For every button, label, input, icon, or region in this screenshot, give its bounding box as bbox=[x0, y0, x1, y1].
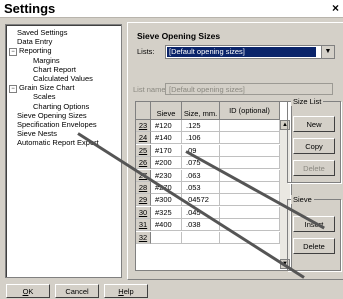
tree-item-label: Chart Report bbox=[33, 64, 76, 74]
collapse-icon[interactable]: − bbox=[9, 48, 17, 57]
table-cell-id[interactable] bbox=[220, 144, 280, 157]
table-cell-sieve[interactable]: #325 bbox=[151, 206, 182, 219]
lists-label: Lists: bbox=[137, 47, 155, 56]
chevron-down-icon[interactable]: ▼ bbox=[321, 46, 334, 58]
row-number[interactable]: 26 bbox=[136, 157, 151, 170]
list-name-label: List name: bbox=[133, 85, 168, 94]
list-name-field[interactable]: [Default opening sizes] bbox=[165, 83, 333, 95]
table-row[interactable]: 27#230.063 bbox=[136, 169, 291, 182]
row-number[interactable]: 24 bbox=[136, 132, 151, 145]
ok-button[interactable]: OK bbox=[6, 284, 50, 298]
table-cell-sieve[interactable] bbox=[151, 231, 182, 244]
table-cell-size[interactable]: .063 bbox=[182, 169, 220, 182]
tree-item-label: Data Entry bbox=[17, 37, 53, 47]
table-cell-sieve[interactable]: #120 bbox=[151, 120, 182, 132]
table-cell-id[interactable] bbox=[220, 132, 280, 145]
tree-item-label: Margins bbox=[33, 55, 60, 65]
table-cell-id[interactable] bbox=[220, 120, 280, 132]
row-number[interactable]: 29 bbox=[136, 194, 151, 207]
tree-item[interactable]: Sieve Nests bbox=[17, 129, 57, 138]
table-row[interactable]: 24 #140.106 bbox=[136, 132, 291, 145]
table-cell-id[interactable] bbox=[220, 206, 280, 219]
tree-item-label: Saved Settings bbox=[17, 28, 68, 37]
tree-item-label: Calculated Values bbox=[33, 74, 93, 83]
table-cell-sieve[interactable]: #140 bbox=[151, 132, 182, 145]
size-list-group: Size List New Copy Delete bbox=[287, 97, 341, 183]
tree-item[interactable]: Sieve Opening Sizes bbox=[17, 111, 87, 120]
table-row[interactable]: 23 #120.125 bbox=[136, 120, 291, 132]
table-row[interactable]: 30 #325.045 bbox=[136, 206, 291, 219]
grid-header-size: Size, mm. bbox=[182, 102, 220, 120]
table-row[interactable]: 32 bbox=[136, 231, 291, 244]
tree-item[interactable]: Saved Settings bbox=[17, 28, 67, 37]
tree-item-label: Reporting bbox=[19, 46, 52, 56]
delete-sieve-button[interactable]: Delete bbox=[293, 238, 335, 254]
tree-item-label: Specification Envelopes bbox=[17, 120, 97, 129]
panel-title: Sieve Opening Sizes bbox=[137, 31, 221, 41]
table-cell-size[interactable]: .106 bbox=[182, 132, 220, 145]
new-list-button[interactable]: New bbox=[293, 116, 335, 132]
lists-dropdown[interactable]: [Default opening sizes] ▼ bbox=[165, 45, 335, 59]
tree-item[interactable]: Calculated Values bbox=[33, 74, 93, 83]
row-number[interactable]: 32 bbox=[136, 231, 151, 244]
row-number[interactable]: 30 bbox=[136, 206, 151, 219]
sieve-opening-sizes-panel: Sieve Opening Sizes Lists: [Default open… bbox=[127, 22, 343, 280]
table-cell-size[interactable] bbox=[182, 231, 220, 244]
tree-item-label: Grain Size Chart bbox=[19, 83, 75, 93]
title-bar: Settings × bbox=[0, 0, 343, 18]
row-number[interactable]: 28 bbox=[136, 182, 151, 194]
table-cell-size[interactable]: .053 bbox=[182, 182, 220, 194]
sieve-group-label: Sieve bbox=[291, 195, 314, 204]
tree-item[interactable]: Charting Options bbox=[33, 102, 89, 111]
row-number[interactable]: 31 bbox=[136, 219, 151, 232]
collapse-icon[interactable]: − bbox=[9, 85, 17, 94]
tree-item[interactable]: Scales bbox=[33, 92, 56, 101]
table-cell-size[interactable]: .125 bbox=[182, 120, 220, 132]
grid-header-id: ID (optional) bbox=[220, 102, 280, 120]
window-title: Settings bbox=[4, 1, 56, 16]
delete-list-button[interactable]: Delete bbox=[293, 160, 335, 176]
tree-item-label: Sieve Nests bbox=[17, 129, 58, 139]
tree-item-label: Sieve Opening Sizes bbox=[17, 110, 87, 120]
table-cell-sieve[interactable]: #230 bbox=[151, 169, 182, 182]
cancel-button[interactable]: Cancel bbox=[55, 284, 99, 298]
tree-item[interactable]: Data Entry bbox=[17, 37, 52, 46]
row-number[interactable]: 25 bbox=[136, 144, 151, 157]
grid-header-sieve: Sieve bbox=[151, 102, 182, 120]
table-cell-sieve[interactable]: #400 bbox=[151, 219, 182, 232]
copy-list-button[interactable]: Copy bbox=[293, 138, 335, 154]
tree-item[interactable]: Margins bbox=[33, 56, 60, 65]
table-row[interactable]: 25 #170.09 bbox=[136, 144, 291, 157]
table-cell-sieve[interactable]: #200 bbox=[151, 157, 182, 170]
size-list-group-label: Size List bbox=[291, 97, 324, 106]
table-cell-id[interactable] bbox=[220, 157, 280, 170]
tree-item-label: Charting Options bbox=[33, 101, 90, 111]
row-number[interactable]: 23 bbox=[136, 120, 151, 132]
help-button[interactable]: Help bbox=[104, 284, 148, 298]
grid-header-rownum bbox=[136, 102, 151, 120]
tree-item[interactable]: Chart Report bbox=[33, 65, 76, 74]
lists-selected-value: [Default opening sizes] bbox=[167, 47, 316, 57]
table-cell-sieve[interactable]: #170 bbox=[151, 144, 182, 157]
close-icon[interactable]: × bbox=[332, 1, 339, 15]
tree-item[interactable]: Specification Envelopes bbox=[17, 120, 97, 129]
tree-item-label: Scales bbox=[33, 92, 56, 102]
